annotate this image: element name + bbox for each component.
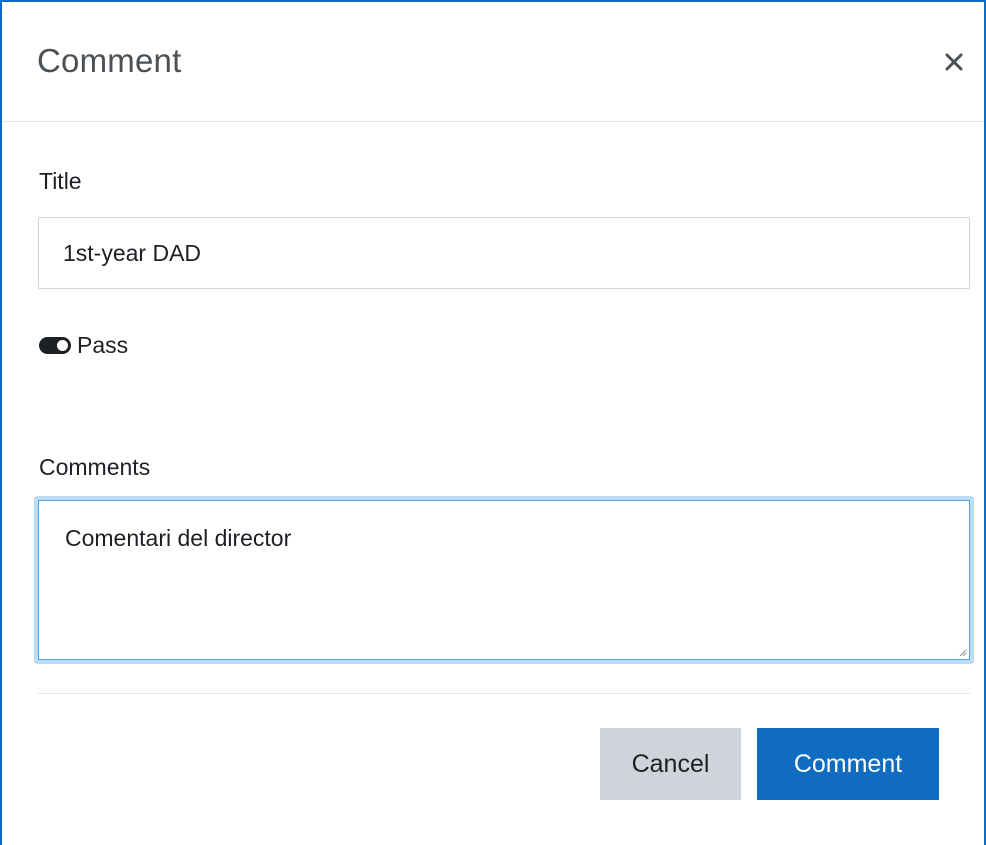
close-icon (945, 53, 963, 71)
comments-label: Comments (39, 454, 151, 480)
resize-grip-icon[interactable] (959, 649, 967, 657)
dialog-title: Comment (37, 42, 182, 79)
cancel-button[interactable]: Cancel (600, 728, 741, 800)
comment-submit-button[interactable]: Comment (757, 728, 939, 800)
comments-field-wrapper: Comentari del director (34, 496, 974, 664)
comment-dialog: Comment Title Pass Comments Comentari de… (0, 0, 986, 845)
toggle-on-icon (39, 337, 71, 354)
comments-textarea[interactable]: Comentari del director (38, 500, 970, 660)
pass-toggle-label: Pass (77, 332, 129, 358)
title-input[interactable] (38, 217, 970, 289)
title-label: Title (39, 168, 82, 194)
dialog-header: Comment (2, 2, 984, 122)
footer-divider (38, 693, 970, 694)
pass-toggle[interactable]: Pass (39, 332, 128, 359)
close-button[interactable] (932, 40, 976, 84)
